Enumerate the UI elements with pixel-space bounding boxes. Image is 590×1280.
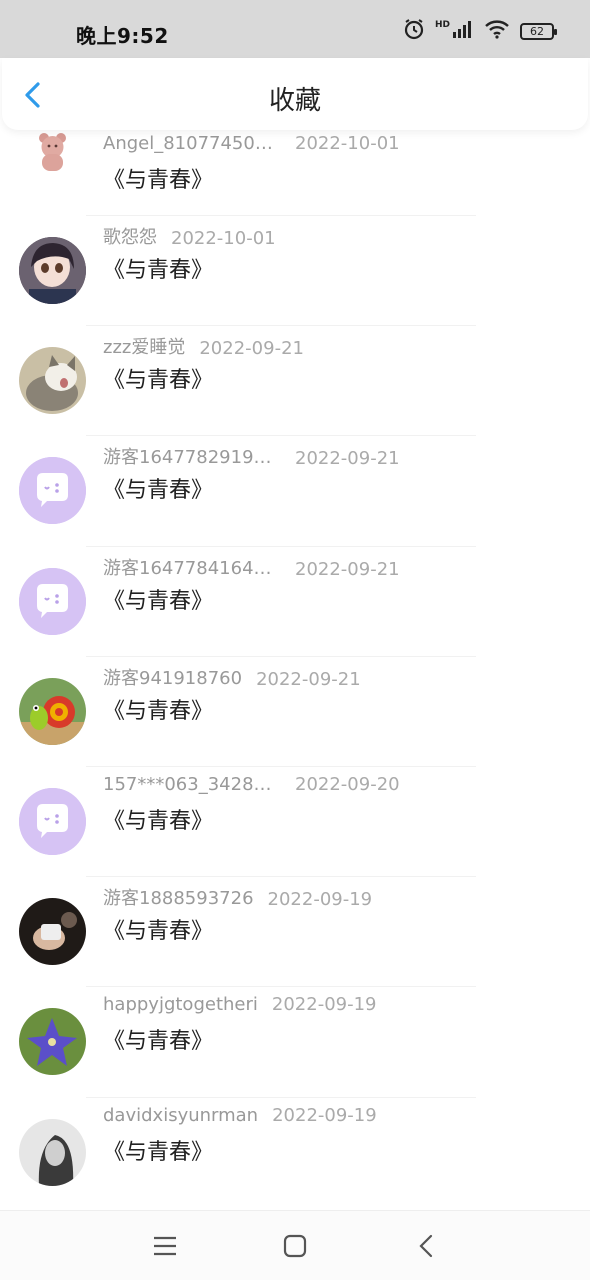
date: 2022-09-20 xyxy=(295,773,400,795)
favorites-list: Angel_810774506... 2022-10-01 《与青春》 歌怨怨 20… xyxy=(0,130,590,1210)
app-header: 收藏 xyxy=(2,58,588,130)
menu-nav-button[interactable] xyxy=(150,1231,180,1261)
chat-bubble-icon xyxy=(19,457,86,525)
home-nav-button[interactable] xyxy=(280,1231,310,1261)
list-item[interactable]: 157***063_34285... 2022-09-20 《与青春》 xyxy=(0,767,590,878)
username: zzz爱睡觉 xyxy=(103,337,186,359)
flower-icon xyxy=(19,1008,86,1076)
avatar[interactable] xyxy=(19,898,86,966)
avatar[interactable] xyxy=(19,567,86,635)
book-title: 《与青春》 xyxy=(103,588,214,614)
date: 2022-09-19 xyxy=(271,994,377,1016)
alarm-icon xyxy=(403,18,425,44)
list-item[interactable]: 歌怨怨 2022-10-01 《与青春》 xyxy=(0,216,590,327)
username: 游客16477829191... xyxy=(103,447,281,469)
date: 2022-09-21 xyxy=(256,668,361,690)
status-icons: HD 62 xyxy=(403,18,557,44)
date: 2022-09-21 xyxy=(199,338,304,360)
chevron-left-icon xyxy=(419,1234,433,1258)
avatar[interactable] xyxy=(19,347,86,415)
book-title: 《与青春》 xyxy=(103,258,214,283)
hand-photo-icon xyxy=(19,898,86,966)
list-item[interactable]: 游客1888593726 2022-09-19 《与青春》 xyxy=(0,877,590,988)
book-title: 《与青春》 xyxy=(103,1139,214,1165)
cat-icon xyxy=(19,347,86,415)
list-item[interactable]: 游客16477841645... 2022-09-21 《与青春》 xyxy=(0,547,590,657)
username: 游客1888593726 xyxy=(103,888,254,910)
username: davidxisyunrman xyxy=(103,1104,259,1126)
username: 157***063_34285... xyxy=(103,773,281,795)
teddy-bear-icon xyxy=(39,133,66,171)
hd-label: HD xyxy=(434,20,450,30)
avatar[interactable] xyxy=(19,130,86,187)
avatar[interactable] xyxy=(19,1118,86,1186)
book-title: 《与青春》 xyxy=(103,168,214,193)
status-bar: 晚上9:52 HD 62 xyxy=(0,0,590,58)
list-item[interactable]: zzz爱睡觉 2022-09-21 《与青春》 xyxy=(0,326,590,437)
username: Angel_810774506... xyxy=(103,133,281,154)
username: happyjgtogetheri xyxy=(103,994,258,1016)
date: 2022-10-01 xyxy=(295,133,400,154)
snail-icon xyxy=(19,677,86,745)
list-item[interactable]: Angel_810774506... 2022-10-01 《与青春》 xyxy=(0,130,590,216)
book-title: 《与青春》 xyxy=(103,698,214,724)
username: 歌怨怨 xyxy=(103,227,157,248)
date: 2022-09-21 xyxy=(295,558,400,580)
wifi-icon xyxy=(484,19,510,43)
list-item[interactable]: happyjgtogetheri 2022-09-19 《与青春》 xyxy=(0,987,590,1098)
book-title: 《与青春》 xyxy=(103,808,214,834)
list-item[interactable]: 游客941918760 2022-09-21 《与青春》 xyxy=(0,657,590,767)
date: 2022-09-19 xyxy=(272,1104,377,1126)
date: 2022-10-01 xyxy=(171,228,276,249)
status-time: 晚上9:52 xyxy=(76,24,169,48)
list-item[interactable]: 游客16477829191... 2022-09-21 《与青春》 xyxy=(0,436,590,547)
username: 游客941918760 xyxy=(103,667,243,689)
signal-icon xyxy=(452,20,474,42)
chat-bubble-icon xyxy=(19,787,86,855)
book-title: 《与青春》 xyxy=(103,368,214,394)
book-title: 《与青春》 xyxy=(103,919,214,945)
username: 游客16477841645... xyxy=(103,557,281,579)
portrait-icon xyxy=(19,1118,86,1186)
page-title: 收藏 xyxy=(268,86,321,116)
chat-bubble-icon xyxy=(19,567,86,635)
anime-girl-icon xyxy=(19,237,86,304)
book-title: 《与青春》 xyxy=(103,1029,214,1055)
menu-icon xyxy=(154,1236,176,1256)
date: 2022-09-19 xyxy=(267,889,373,911)
avatar[interactable] xyxy=(19,457,86,525)
avatar[interactable] xyxy=(19,237,86,304)
back-nav-button[interactable] xyxy=(412,1231,442,1261)
system-nav-bar xyxy=(0,1210,590,1280)
avatar[interactable] xyxy=(19,787,86,855)
avatar[interactable] xyxy=(19,677,86,745)
list-item[interactable]: davidxisyunrman 2022-09-19 《与青春》 xyxy=(0,1098,590,1208)
home-square-icon xyxy=(283,1234,307,1258)
book-title: 《与青春》 xyxy=(103,478,214,504)
avatar[interactable] xyxy=(19,1008,86,1076)
date: 2022-09-21 xyxy=(295,448,400,470)
battery-icon: 62 xyxy=(520,22,557,40)
